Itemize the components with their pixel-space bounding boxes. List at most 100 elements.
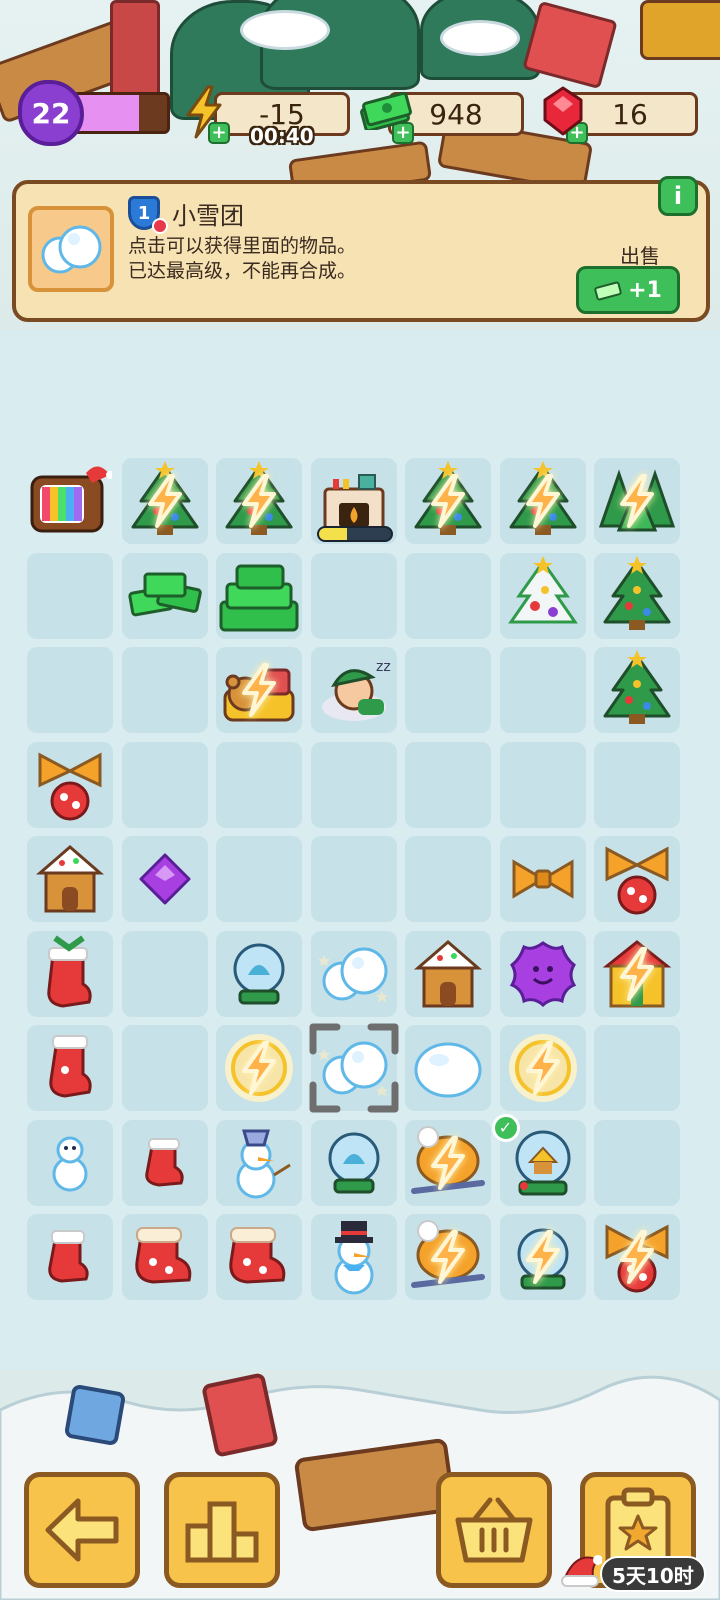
item-tree-icon[interactable] [216, 458, 302, 544]
item-sock-red-icon[interactable] [27, 1214, 113, 1300]
board-cell[interactable] [594, 1119, 680, 1206]
board-cell[interactable] [405, 647, 491, 733]
item-tree-icon[interactable] [594, 553, 680, 639]
board-cell[interactable] [310, 836, 397, 922]
board-cell[interactable] [310, 741, 397, 828]
item-cash-small-icon[interactable] [122, 553, 208, 639]
item-tree-icon[interactable] [405, 458, 491, 544]
energy-bolt-icon [144, 474, 186, 528]
board-cell[interactable] [405, 836, 491, 922]
fireplace-progress-fill [318, 528, 348, 540]
sell-button[interactable]: +1 [576, 266, 680, 314]
item-purple-gem-icon[interactable] [122, 836, 208, 922]
item-bow-icon[interactable] [500, 836, 586, 922]
selection-frame [307, 1021, 401, 1115]
svg-text:zz: zz [376, 659, 391, 675]
board-cell[interactable] [594, 741, 680, 828]
level-badge[interactable]: 22 [18, 80, 84, 146]
item-gingerbread-house-icon[interactable] [405, 931, 491, 1017]
xp-fill [75, 95, 140, 131]
selected-item-thumbnail [28, 206, 114, 292]
item-glow-orb-icon[interactable] [216, 1025, 302, 1111]
item-fireplace-icon[interactable] [311, 458, 397, 544]
board-cell[interactable] [499, 741, 586, 828]
item-info-panel: 1 小雪团 点击可以获得里面的物品。 已达最高级，不能再合成。 i 出售 +1 [12, 176, 710, 322]
board-cell[interactable] [405, 552, 491, 639]
energy-bolt-icon [522, 1041, 564, 1095]
basket-icon [455, 1497, 533, 1563]
item-snowman-small-icon[interactable] [27, 1120, 113, 1206]
item-bear-bed-icon[interactable] [216, 647, 302, 733]
item-snowballs-icon[interactable] [311, 931, 397, 1017]
back-button[interactable] [24, 1472, 140, 1588]
item-snowglobe-house-icon[interactable]: ✓ [491, 1113, 586, 1206]
crown-icon [152, 218, 168, 234]
cash-value: 948 [429, 97, 483, 131]
board-cell[interactable] [216, 836, 302, 922]
board-cell[interactable] [121, 741, 208, 828]
item-snowtrees-icon[interactable] [594, 458, 680, 544]
board-cell[interactable] [594, 1025, 680, 1111]
energy-bolt-icon [427, 1230, 469, 1284]
item-glow-orb-small-icon[interactable] [500, 1214, 586, 1300]
item-sock-icon[interactable] [122, 1120, 208, 1206]
energy-bolt-icon [616, 1230, 658, 1284]
item-snowman-hat-icon[interactable] [311, 1214, 397, 1300]
energy-timer: 00:40 [250, 124, 314, 148]
item-stocking-fur-icon[interactable] [122, 1214, 208, 1300]
item-purple-flower-icon[interactable] [500, 931, 586, 1017]
board-cell[interactable] [310, 552, 397, 639]
santa-hat-icon [560, 1548, 603, 1588]
cash-icon [594, 281, 622, 301]
item-ski-icon[interactable] [405, 1120, 491, 1206]
gem-icon[interactable] [538, 84, 588, 138]
item-tree-icon[interactable] [594, 647, 680, 733]
board-cell[interactable] [121, 647, 208, 733]
item-gingerbread-house-icon[interactable] [27, 836, 113, 922]
item-bell-bow-icon[interactable] [27, 742, 113, 828]
energy-bolt-icon [522, 1230, 564, 1284]
item-tree-snowy-icon[interactable] [500, 553, 586, 639]
energy-bolt-icon [238, 474, 280, 528]
event-timer-text: 5天10时 [612, 1563, 694, 1588]
shop-basket-button[interactable] [436, 1472, 552, 1588]
item-name: 小雪团 [172, 202, 244, 230]
item-tree-icon[interactable] [500, 458, 586, 544]
item-cash-big-icon[interactable] [216, 553, 302, 639]
board-cell[interactable] [27, 552, 113, 639]
board-cell[interactable] [27, 647, 113, 733]
item-tv-icon[interactable] [27, 458, 113, 544]
board-cell[interactable] [121, 930, 208, 1017]
item-stocking-fur-icon[interactable] [216, 1214, 302, 1300]
item-gift-house-icon[interactable] [594, 931, 680, 1017]
cash-icon[interactable] [358, 86, 414, 134]
item-snowglobe-icon[interactable] [311, 1120, 397, 1206]
board-cell[interactable] [405, 741, 491, 828]
item-tree-icon[interactable] [122, 458, 208, 544]
fireplace-progress-bar [316, 526, 393, 542]
energy-bolt-icon [427, 1135, 469, 1190]
board-cell[interactable] [121, 1025, 208, 1111]
sell-label: 出售 [620, 244, 660, 268]
info-button[interactable]: i [658, 176, 698, 216]
item-snowglobe-icon[interactable] [216, 931, 302, 1017]
item-stocking-icon[interactable] [27, 1025, 113, 1111]
item-glow-orb-icon[interactable] [500, 1025, 586, 1111]
energy-bolt-icon [522, 474, 564, 528]
item-description: 点击可以获得里面的物品。 已达最高级，不能再合成。 [128, 235, 357, 282]
item-ski-icon[interactable] [405, 1214, 491, 1300]
item-bell-bow-icon[interactable] [594, 1214, 680, 1300]
energy-bolt-icon [238, 663, 280, 717]
item-stocking-full-icon[interactable] [27, 931, 113, 1017]
energy-icon[interactable] [178, 84, 230, 140]
board-cell[interactable] [499, 647, 586, 733]
item-elf-sleeping-icon[interactable]: zz [311, 647, 397, 733]
energy-bolt-icon [238, 1041, 280, 1095]
gem-value: 16 [612, 97, 648, 131]
item-bell-bow-icon[interactable] [594, 836, 680, 922]
leaderboard-button[interactable] [164, 1472, 280, 1588]
item-snowman-bucket-icon[interactable] [216, 1120, 302, 1206]
board-cell[interactable] [216, 741, 302, 828]
energy-bolt-icon [427, 474, 469, 528]
item-snowball-big-icon[interactable] [405, 1025, 491, 1111]
